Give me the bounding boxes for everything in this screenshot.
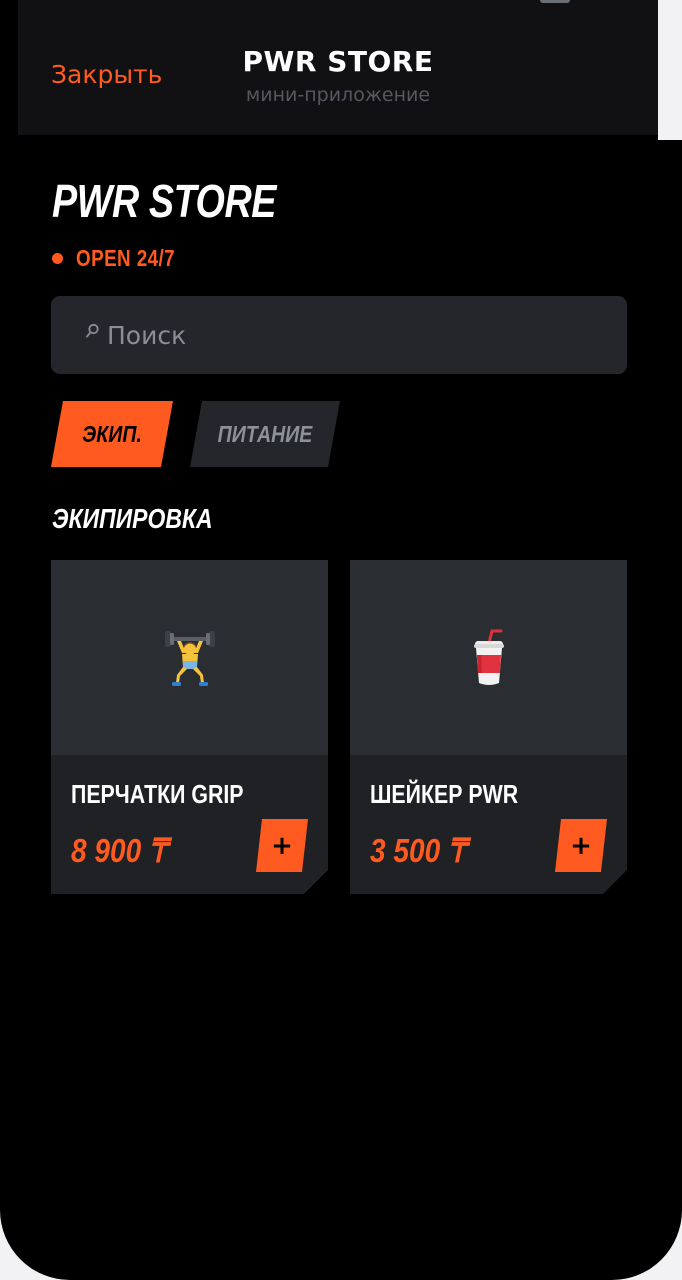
tab-equipment[interactable]: ЭКИП.: [51, 401, 173, 467]
product-image: [350, 560, 627, 755]
phone-screen: Закрыть PWR STORE мини-приложение PWR ST…: [0, 0, 682, 1280]
product-info: ПЕРЧАТКИ GRIP 8 900 ₸ +: [51, 755, 328, 894]
app-header: Закрыть PWR STORE мини-приложение: [18, 0, 658, 135]
tab-nutrition[interactable]: ПИТАНИЕ: [190, 401, 340, 467]
header-title: PWR STORE: [242, 45, 434, 78]
status-indicator: OPEN 24/7: [52, 245, 197, 272]
weightlifter-icon: [164, 630, 215, 686]
product-name: ПЕРЧАТКИ GRIP: [71, 779, 244, 809]
plus-icon: +: [570, 830, 592, 861]
header-subtitle: мини-приложение: [245, 84, 431, 106]
plus-icon: +: [271, 830, 293, 861]
add-to-cart-button[interactable]: +: [555, 819, 607, 872]
product-price: 8 900 ₸: [71, 832, 167, 869]
product-price: 3 500 ₸: [370, 832, 466, 869]
add-to-cart-button[interactable]: +: [256, 819, 308, 872]
tab-nutrition-label: ПИТАНИЕ: [217, 420, 313, 447]
background-edge: [658, 0, 682, 140]
product-card[interactable]: ПЕРЧАТКИ GRIP 8 900 ₸ +: [51, 560, 328, 894]
grabber-handle[interactable]: [540, 0, 570, 3]
section-title: ЭКИПИРОВКА: [52, 503, 213, 534]
cup-with-straw-icon: [473, 629, 504, 685]
search-icon: [86, 323, 99, 338]
search-bar[interactable]: [51, 296, 627, 374]
product-image: [51, 560, 328, 755]
product-card[interactable]: ШЕЙКЕР PWR 3 500 ₸ +: [350, 560, 627, 894]
product-info: ШЕЙКЕР PWR 3 500 ₸ +: [350, 755, 627, 894]
tab-equipment-label: ЭКИП.: [82, 420, 142, 447]
search-input[interactable]: [107, 315, 607, 355]
product-name: ШЕЙКЕР PWR: [370, 779, 519, 809]
status-dot-icon: [52, 253, 63, 264]
status-text: OPEN 24/7: [76, 245, 176, 271]
store-title: PWR STORE: [52, 175, 277, 227]
